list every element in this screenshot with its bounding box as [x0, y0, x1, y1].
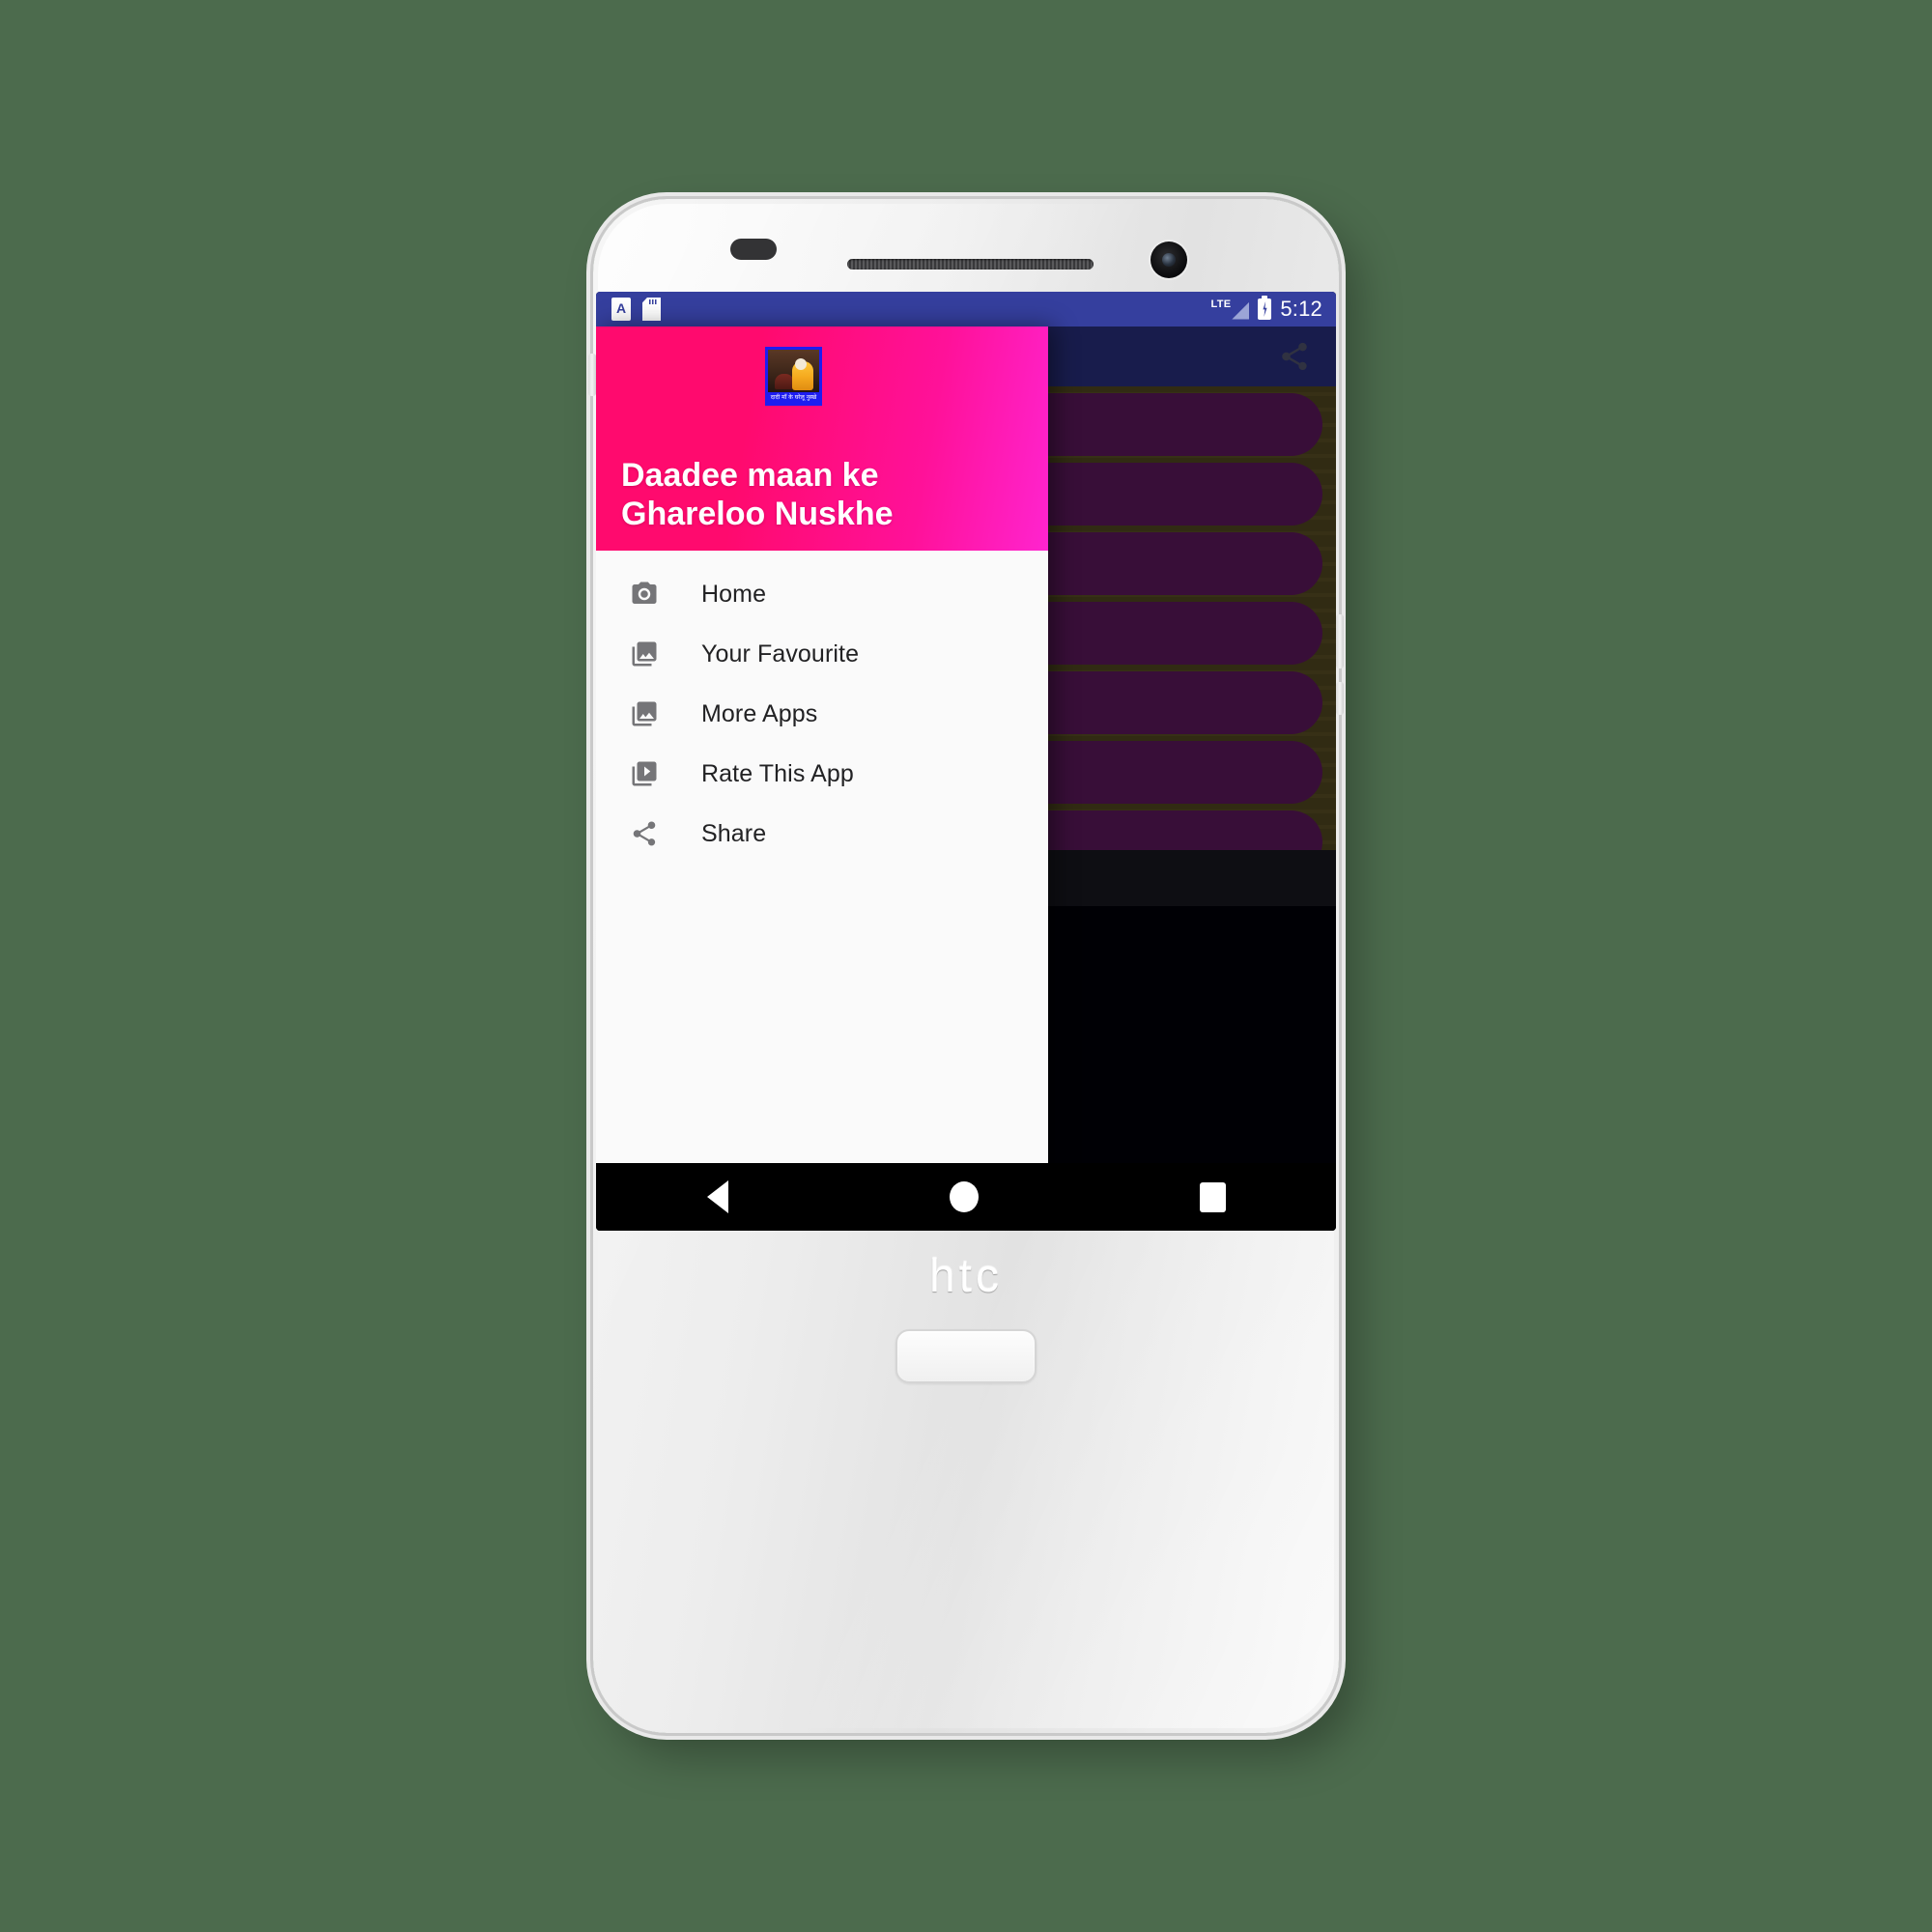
lte-label: LTE: [1210, 298, 1232, 310]
drawer-item-rate-this-app[interactable]: Rate This App: [596, 744, 1048, 804]
photo-library-icon: [629, 698, 660, 729]
physical-home-button[interactable]: [895, 1329, 1037, 1383]
volume-button[interactable]: [588, 354, 596, 396]
camera-icon: [629, 579, 660, 610]
recents-button-icon[interactable]: [1199, 1181, 1226, 1212]
status-bar-clock: 5:12: [1280, 297, 1322, 321]
drawer-item-label: Share: [701, 819, 767, 847]
drawer-item-label: More Apps: [701, 699, 818, 727]
drawer-menu: Home Your Favourite More Apps Rate This …: [596, 551, 1048, 864]
video-library-icon: [629, 758, 660, 789]
phone-device: A LTE 5:12 loo N...: [588, 199, 1344, 1733]
phone-screen: A LTE 5:12 loo N...: [596, 292, 1336, 1231]
power-button[interactable]: [1336, 682, 1344, 715]
drawer-item-label: Rate This App: [701, 759, 854, 787]
app-icon-figure-head: [794, 357, 807, 370]
front-camera-icon: [1151, 242, 1187, 278]
status-bar: A LTE 5:12: [596, 292, 1336, 327]
photo-library-icon: [629, 639, 660, 669]
back-button-icon[interactable]: [706, 1180, 728, 1213]
share-icon: [629, 818, 660, 849]
app-notification-icon: A: [611, 298, 631, 321]
drawer-item-your-favourite[interactable]: Your Favourite: [596, 624, 1048, 684]
brand-logo: htc: [928, 1251, 1004, 1302]
navigation-drawer: दादी माँ के घरेलू नुस्खे Daadee maan ke …: [596, 327, 1048, 1198]
app-notification-letter: A: [615, 299, 627, 316]
home-button-icon[interactable]: [949, 1181, 979, 1212]
proximity-sensor-icon: [730, 239, 777, 260]
app-icon-caption: दादी माँ के घरेलू नुस्खे: [768, 392, 819, 403]
drawer-header: दादी माँ के घरेलू नुस्खे Daadee maan ke …: [596, 327, 1048, 551]
drawer-item-share[interactable]: Share: [596, 804, 1048, 864]
drawer-item-label: Home: [701, 580, 767, 608]
drawer-item-more-apps[interactable]: More Apps: [596, 684, 1048, 744]
app-icon-figure-secondary: [775, 374, 795, 390]
volume-rocker[interactable]: [1336, 614, 1344, 668]
android-nav-bar: [596, 1163, 1336, 1231]
signal-indicator: LTE: [1210, 298, 1250, 320]
app-icon: दादी माँ के घरेलू नुस्खे: [765, 347, 822, 406]
drawer-title: Daadee maan ke Ghareloo Nuskhe: [621, 456, 894, 532]
drawer-item-label: Your Favourite: [701, 639, 860, 668]
status-bar-right-icons: LTE 5:12: [1210, 296, 1322, 321]
battery-charging-icon: [1258, 296, 1272, 320]
drawer-item-home[interactable]: Home: [596, 564, 1048, 624]
status-bar-left-icons: A: [611, 298, 661, 321]
signal-bars-icon: [1232, 301, 1250, 320]
sd-card-icon: [642, 298, 661, 321]
earpiece-speaker: [847, 259, 1094, 270]
